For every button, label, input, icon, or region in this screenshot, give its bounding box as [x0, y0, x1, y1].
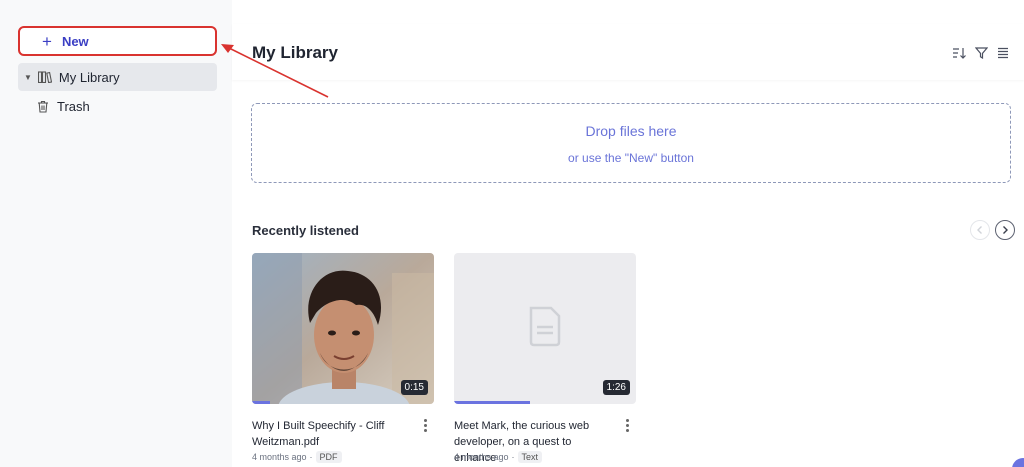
plus-icon: +: [42, 31, 52, 51]
page-title: My Library: [252, 43, 338, 62]
meta-separator: ·: [511, 452, 515, 462]
sidebar-item-label: My Library: [58, 69, 120, 85]
file-dropzone[interactable]: Drop files here or use the "New" button: [251, 103, 1011, 183]
file-type-badge: PDF: [315, 451, 342, 463]
duration-badge: 1:26: [602, 380, 630, 395]
carousel-prev-button[interactable]: [970, 220, 990, 240]
recent-card[interactable]: 0:15 Why I Built Speechify - Cliff Weitz…: [252, 253, 434, 463]
sidebar-item-trash[interactable]: Trash: [18, 92, 217, 120]
sidebar-item-label: Trash: [57, 98, 90, 114]
caret-down-icon[interactable]: ▼: [24, 73, 32, 82]
more-options-icon[interactable]: [624, 419, 630, 433]
sort-icon[interactable]: [951, 46, 967, 60]
dropzone-title: Drop files here: [585, 123, 677, 139]
meta-separator: ·: [309, 452, 313, 462]
sidebar-item-my-library[interactable]: ▼ My Library: [18, 63, 217, 91]
main-header: My Library: [232, 24, 1024, 80]
duration-badge: 0:15: [400, 380, 428, 395]
library-icon: [37, 69, 53, 85]
carousel-next-button[interactable]: [995, 220, 1015, 240]
card-thumbnail-document[interactable]: 1:26: [454, 253, 636, 404]
new-button-label: New: [61, 33, 89, 49]
filter-icon[interactable]: [973, 46, 989, 60]
section-title-recently-listened: Recently listened: [252, 223, 359, 238]
card-meta: 4 months ago · Text: [454, 451, 543, 463]
card-age: 4 months ago: [252, 452, 307, 462]
listen-progress-bar: [454, 401, 531, 404]
recent-card[interactable]: 1:26 Meet Mark, the curious web develope…: [454, 253, 636, 464]
list-view-icon[interactable]: [995, 46, 1011, 60]
trash-icon: [35, 98, 51, 114]
more-options-icon[interactable]: [422, 419, 428, 433]
card-title[interactable]: Why I Built Speechify - Cliff Weitzman.p…: [252, 418, 412, 450]
help-chat-button[interactable]: [1012, 458, 1024, 467]
card-age: 4 months ago: [454, 452, 509, 462]
card-meta: 4 months ago · PDF: [252, 451, 342, 463]
listen-progress-bar: [252, 401, 271, 404]
file-type-badge: Text: [517, 451, 543, 463]
sidebar: + New ▼ My Library Trash: [0, 0, 232, 467]
card-thumbnail-photo[interactable]: 0:15: [252, 253, 434, 404]
new-button[interactable]: + New: [18, 26, 217, 56]
dropzone-subtitle: or use the "New" button: [568, 151, 694, 165]
